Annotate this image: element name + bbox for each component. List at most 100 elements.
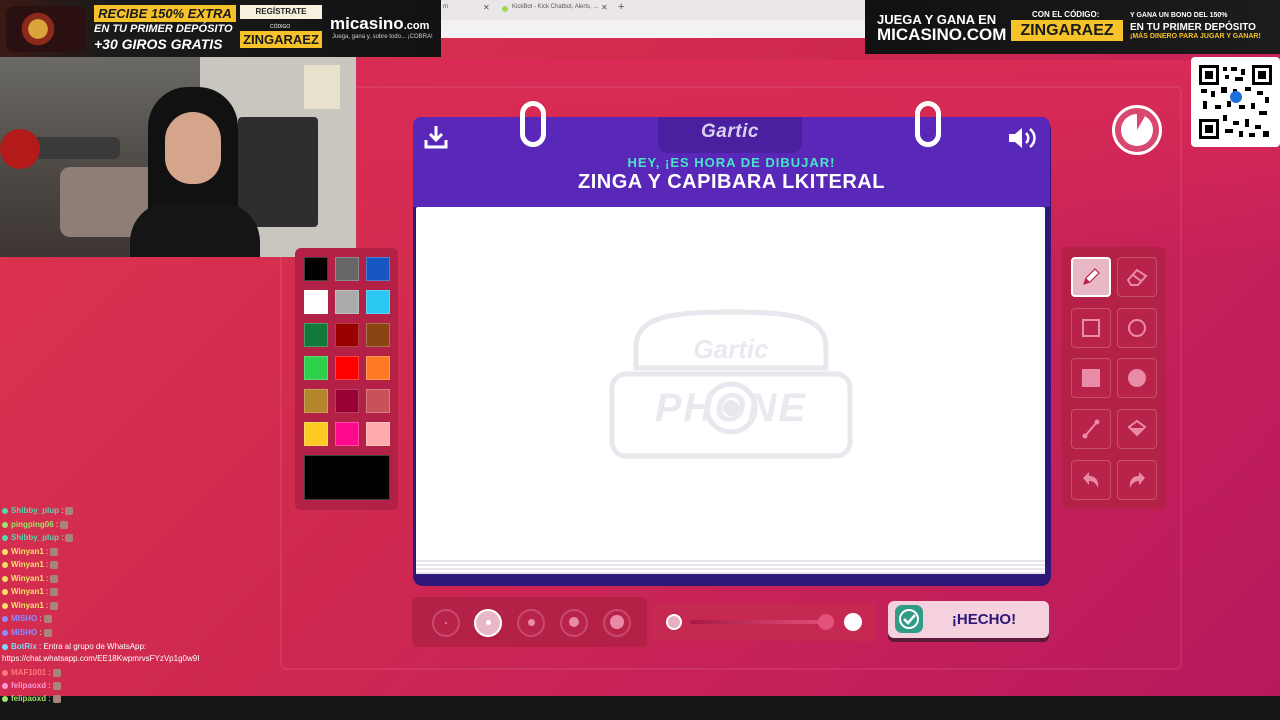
filled-ellipse-tool-button[interactable]	[1117, 358, 1157, 398]
chat-username: BotRix	[11, 642, 37, 651]
chat-username: Winyan1	[11, 547, 44, 556]
chat-username: pingping06	[11, 520, 54, 529]
close-icon[interactable]: ✕	[483, 3, 490, 12]
ad-code-label: CÓDIGO	[270, 24, 291, 30]
browser-address-area	[440, 20, 866, 38]
color-swatch[interactable]	[304, 356, 328, 380]
webcam-streamer-body	[130, 202, 260, 257]
brush-size-2-dot	[486, 620, 491, 625]
chat-message: Winyan1 :	[2, 547, 59, 556]
color-swatch[interactable]	[304, 290, 328, 314]
chat-emote-icon	[52, 694, 61, 703]
chat-emote-icon	[65, 533, 74, 542]
chat-text: :	[43, 574, 49, 583]
ad-headline: RECIBE 150% EXTRA	[94, 5, 236, 22]
color-swatch[interactable]	[335, 389, 359, 413]
webcam-headboard	[238, 117, 318, 227]
binder-ring-right	[915, 101, 941, 147]
color-swatch[interactable]	[304, 389, 328, 413]
filled-rectangle-tool-button[interactable]	[1071, 358, 1111, 398]
brush-size-4-dot	[569, 617, 579, 627]
chat-badge-icon	[2, 575, 8, 582]
color-swatch[interactable]	[366, 389, 390, 413]
rectangle-outline-icon	[1082, 319, 1100, 337]
chat-badge-icon	[2, 695, 8, 702]
speaker-icon	[1009, 128, 1036, 148]
color-swatch[interactable]	[335, 257, 359, 281]
color-swatch[interactable]	[335, 422, 359, 446]
chat-badge-icon	[2, 615, 8, 622]
gartic-phone-watermark	[606, 308, 856, 460]
eraser-tool-button[interactable]	[1117, 257, 1157, 297]
chat-emote-icon	[50, 587, 59, 596]
color-swatch[interactable]	[304, 257, 328, 281]
chat-message: BotRix : Entra al grupo de WhatsApp:	[2, 642, 146, 651]
webcam-headphones	[0, 129, 40, 169]
rectangle-tool-button[interactable]	[1071, 308, 1111, 348]
color-swatch[interactable]	[366, 422, 390, 446]
chat-emote-icon	[43, 614, 52, 623]
fill-tool-button[interactable]	[1117, 409, 1157, 449]
browser-tab-2[interactable]: KickBot - Kick Chatbot, Alerts, ...	[512, 4, 598, 10]
color-swatch[interactable]	[335, 290, 359, 314]
color-swatch[interactable]	[335, 356, 359, 380]
color-swatch[interactable]	[366, 290, 390, 314]
qr-code	[1191, 57, 1280, 147]
kickbot-favicon-icon	[502, 6, 508, 12]
ellipse-tool-button[interactable]	[1117, 308, 1157, 348]
chat-text: :	[46, 694, 51, 703]
webcam-streamer-face	[165, 112, 221, 184]
timer-icon	[1112, 105, 1162, 155]
chat-badge-icon	[2, 588, 8, 595]
ad-right-bonus2: EN TU PRIMER DEPÓSITO	[1130, 22, 1256, 33]
color-swatch[interactable]	[366, 257, 390, 281]
line-tool-button[interactable]	[1071, 409, 1111, 449]
casino-chips-image	[6, 6, 86, 52]
chat-emote-icon	[65, 506, 74, 515]
chat-username: felipaoxd	[11, 694, 47, 703]
ad-line3: +30 GIROS GRATIS	[94, 36, 223, 52]
color-swatch[interactable]	[304, 323, 328, 347]
paint-bucket-icon	[1127, 419, 1147, 437]
eraser-icon	[1126, 268, 1148, 286]
chat-text: :	[43, 560, 49, 569]
chat-text: :	[37, 614, 42, 623]
chat-text: :	[43, 601, 49, 610]
chat-emote-icon	[50, 547, 59, 556]
chat-emote-icon	[52, 668, 61, 677]
chat-text: : Entra al grupo de WhatsApp:	[36, 642, 147, 651]
chat-username: Winyan1	[11, 560, 44, 569]
chat-emote-icon	[60, 520, 69, 529]
selected-color-preview	[304, 455, 390, 500]
chat-message: Winyan1 :	[2, 574, 59, 583]
drawing-prompt: ZINGA Y CAPIBARA LKITERAL	[578, 171, 885, 193]
ad-right-line2: MICASINO.COM	[877, 25, 1007, 44]
sound-button[interactable]	[1006, 124, 1040, 152]
download-button[interactable]	[421, 124, 451, 152]
color-swatch[interactable]	[366, 323, 390, 347]
undo-button[interactable]	[1071, 460, 1111, 500]
redo-button[interactable]	[1117, 460, 1157, 500]
color-swatch[interactable]	[335, 323, 359, 347]
close-icon[interactable]: ✕	[601, 3, 608, 12]
opacity-max-indicator	[844, 613, 862, 631]
color-swatch[interactable]	[366, 356, 390, 380]
chat-username: MAF1001	[11, 668, 47, 677]
new-tab-plus-icon[interactable]: +	[618, 1, 624, 13]
color-swatch[interactable]	[304, 422, 328, 446]
chat-message: Winyan1 :	[2, 587, 59, 596]
chat-message: felipaoxd :	[2, 694, 61, 703]
pencil-tool-button[interactable]	[1071, 257, 1111, 297]
chat-text: :	[53, 520, 59, 529]
draw-instruction: HEY, ¡ES HORA DE DIBUJAR!	[627, 155, 836, 170]
opacity-slider[interactable]	[690, 620, 830, 624]
chat-message: felipaoxd :	[2, 681, 61, 690]
chat-badge-icon	[2, 669, 8, 676]
chat-username: Shibby_plup	[11, 533, 59, 542]
opacity-slider-thumb[interactable]	[818, 614, 834, 630]
browser-tab-1[interactable]: m	[443, 4, 448, 10]
chat-message: Shibby_plup :	[2, 506, 74, 515]
brush-size-5-dot	[610, 615, 624, 629]
chat-badge-icon	[2, 602, 8, 609]
chat-username: MISHO	[11, 628, 38, 637]
